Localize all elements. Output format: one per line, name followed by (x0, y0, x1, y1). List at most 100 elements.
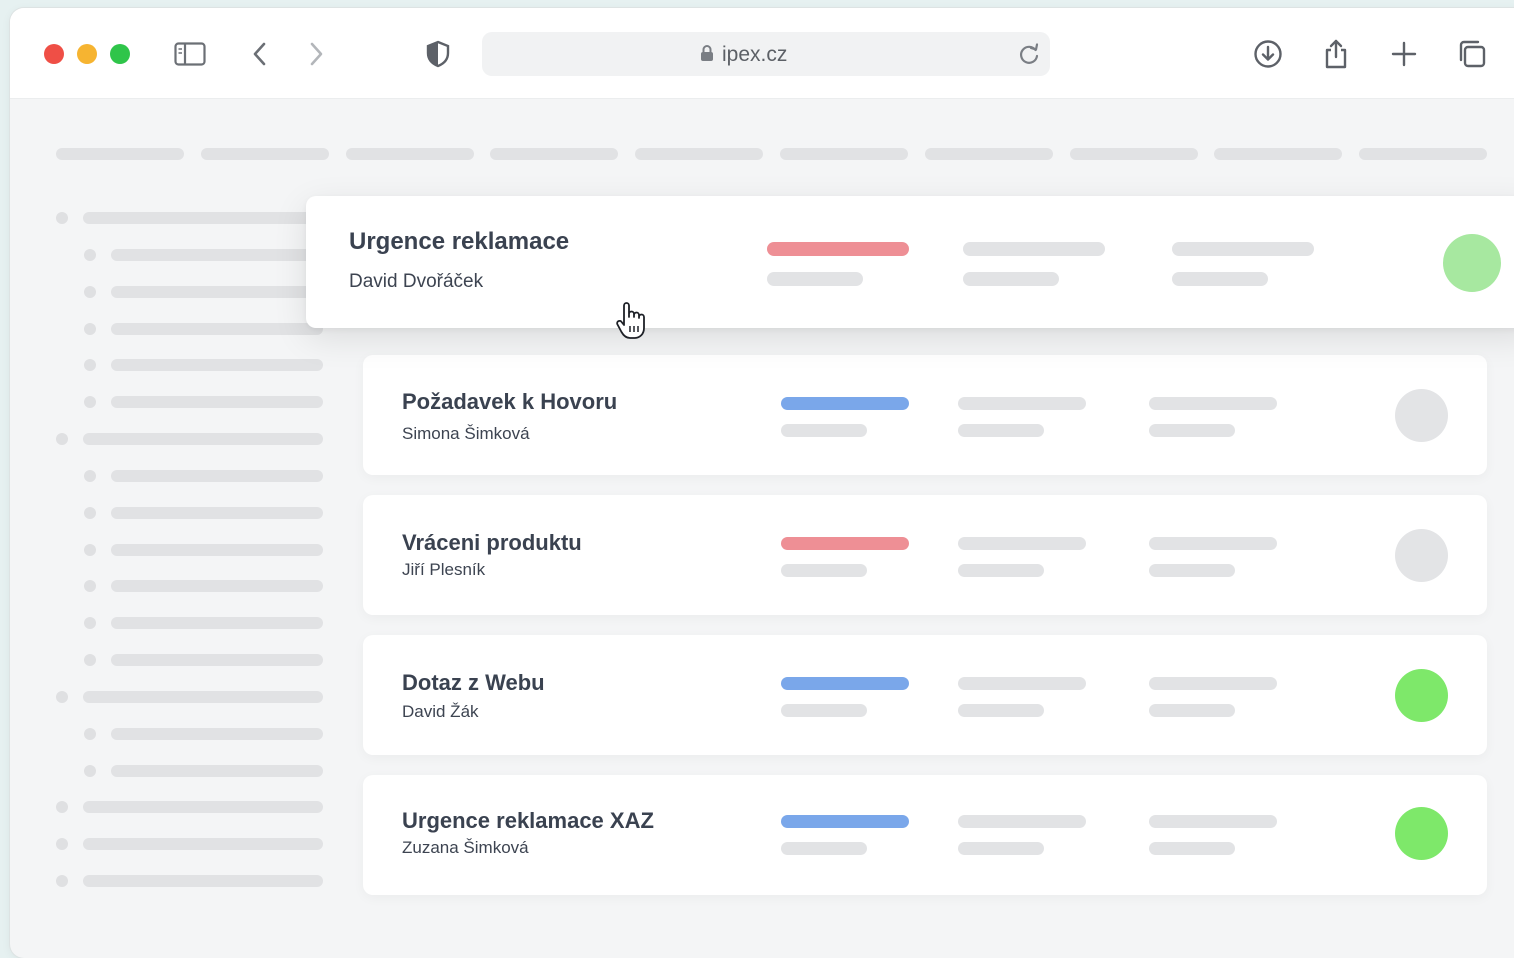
zoom-window-button[interactable] (110, 44, 130, 64)
tree-bullet (84, 617, 96, 629)
tree-bullet (84, 765, 96, 777)
tree-bullet (84, 359, 96, 371)
sidebar-item-placeholder[interactable] (83, 212, 323, 224)
tree-bullet (56, 838, 68, 850)
nav-placeholder[interactable] (635, 148, 763, 160)
meta-placeholder (958, 564, 1044, 577)
sidebar-subitem-placeholder[interactable] (111, 359, 323, 371)
meta-placeholder (1172, 272, 1268, 286)
tree-bullet (56, 875, 68, 887)
tree-bullet (84, 396, 96, 408)
sidebar-subitem-placeholder[interactable] (111, 323, 323, 335)
nav-placeholder[interactable] (925, 148, 1053, 160)
tree-bullet (84, 580, 96, 592)
url-text: ipex.cz (722, 43, 788, 66)
lock-icon (700, 44, 714, 66)
nav-placeholder[interactable] (56, 148, 184, 160)
meta-placeholder (963, 242, 1105, 256)
minimize-window-button[interactable] (77, 44, 97, 64)
sidebar-item-placeholder[interactable] (83, 801, 323, 813)
request-person: Simona Šimková (402, 424, 530, 443)
tree-bullet (84, 470, 96, 482)
meta-placeholder (1149, 842, 1235, 855)
nav-placeholder[interactable] (346, 148, 474, 160)
request-title: Urgence reklamace XAZ (402, 808, 654, 833)
meta-placeholder (958, 704, 1044, 717)
request-row[interactable]: Požadavek k Hovoru Simona Šimková (363, 355, 1487, 475)
meta-placeholder (1149, 677, 1277, 690)
priority-tag-blue (781, 677, 909, 690)
priority-tag-blue (781, 397, 909, 410)
sidebar-subitem-placeholder[interactable] (111, 396, 323, 408)
share-icon[interactable] (1320, 38, 1352, 70)
tree-bullet (84, 323, 96, 335)
request-title: Požadavek k Hovoru (402, 389, 618, 414)
nav-placeholder[interactable] (490, 148, 618, 160)
browser-window: ipex.cz Urgence reklamace David Dvořáček… (10, 8, 1514, 958)
sidebar-subitem-placeholder[interactable] (111, 765, 323, 777)
new-tab-icon[interactable] (1388, 38, 1420, 70)
meta-placeholder (958, 842, 1044, 855)
request-person: David Dvořáček (349, 271, 484, 292)
nav-placeholder[interactable] (201, 148, 329, 160)
request-title: Vráceni produktu (402, 530, 582, 555)
browser-toolbar: ipex.cz (10, 8, 1514, 99)
priority-tag-blue (781, 815, 909, 828)
sidebar-subitem-placeholder[interactable] (111, 249, 323, 261)
back-icon[interactable] (244, 38, 276, 70)
priority-tag-red (767, 242, 909, 256)
request-row[interactable]: Urgence reklamace XAZ Zuzana Šimková (363, 775, 1487, 895)
download-icon[interactable] (1252, 38, 1284, 70)
close-window-button[interactable] (44, 44, 64, 64)
sidebar-subitem-placeholder[interactable] (111, 617, 323, 629)
nav-placeholder[interactable] (780, 148, 908, 160)
meta-placeholder (958, 424, 1044, 437)
status-indicator (1395, 389, 1448, 442)
status-indicator (1395, 669, 1448, 722)
sidebar-subitem-placeholder[interactable] (111, 470, 323, 482)
tree-bullet (84, 507, 96, 519)
sidebar-item-placeholder[interactable] (83, 838, 323, 850)
meta-placeholder (1149, 704, 1235, 717)
tabs-overview-icon[interactable] (1456, 38, 1488, 70)
forward-icon[interactable] (300, 38, 332, 70)
shield-icon[interactable] (422, 38, 454, 70)
tree-bullet (56, 691, 68, 703)
sidebar-subitem-placeholder[interactable] (111, 728, 323, 740)
sidebar-subitem-placeholder[interactable] (111, 654, 323, 666)
meta-placeholder (767, 272, 863, 286)
nav-placeholder[interactable] (1214, 148, 1342, 160)
meta-placeholder (781, 424, 867, 437)
nav-placeholder[interactable] (1070, 148, 1198, 160)
sidebar-subitem-placeholder[interactable] (111, 286, 323, 298)
sidebar-subitem-placeholder[interactable] (111, 507, 323, 519)
nav-placeholder[interactable] (1359, 148, 1487, 160)
tree-bullet (84, 544, 96, 556)
meta-placeholder (781, 842, 867, 855)
sidebar-item-placeholder[interactable] (83, 433, 323, 445)
meta-placeholder (1149, 537, 1277, 550)
sidebar-subitem-placeholder[interactable] (111, 544, 323, 556)
address-bar[interactable]: ipex.cz (482, 32, 1050, 76)
hand-cursor-icon (614, 300, 650, 346)
meta-placeholder (958, 677, 1086, 690)
sidebar-icon[interactable] (174, 38, 206, 70)
request-row[interactable]: Dotaz z Webu David Žák (363, 635, 1487, 755)
request-person: Jiří Plesník (402, 560, 486, 579)
sidebar-subitem-placeholder[interactable] (111, 580, 323, 592)
status-indicator (1395, 807, 1448, 860)
meta-placeholder (781, 704, 867, 717)
tree-bullet (84, 249, 96, 261)
request-card-hovered[interactable]: Urgence reklamace David Dvořáček (306, 196, 1514, 328)
reload-icon[interactable] (1016, 41, 1042, 71)
sidebar-item-placeholder[interactable] (83, 875, 323, 887)
meta-placeholder (958, 815, 1086, 828)
tree-bullet (84, 654, 96, 666)
request-row[interactable]: Vráceni produktu Jiří Plesník (363, 495, 1487, 615)
meta-placeholder (1149, 564, 1235, 577)
status-indicator (1443, 234, 1501, 292)
sidebar-item-placeholder[interactable] (83, 691, 323, 703)
meta-placeholder (1149, 424, 1235, 437)
request-person: David Žák (402, 702, 479, 721)
meta-placeholder (1149, 815, 1277, 828)
